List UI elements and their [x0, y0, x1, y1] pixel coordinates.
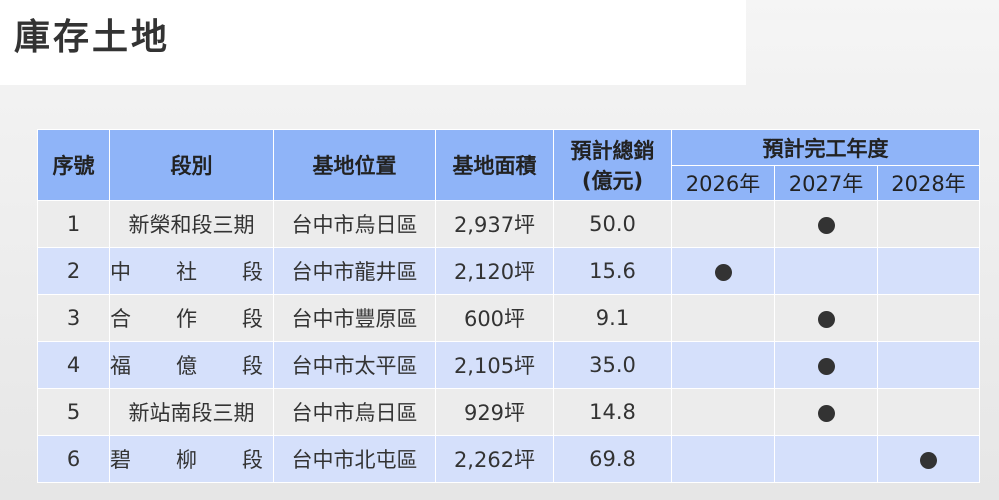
cell-year-2028 — [876, 247, 981, 295]
cell-no: 1 — [37, 200, 110, 248]
section-char: 合 — [110, 307, 132, 331]
section-char: 新榮和段三期 — [128, 213, 255, 237]
cell-year-2026 — [671, 388, 775, 436]
table-row: 4 福 億 段台中市太平區 2,105坪 35.0 — [37, 341, 981, 389]
section-char: 億 — [176, 354, 197, 378]
section-char: 社 — [176, 260, 197, 284]
page-title: 庫存土地 — [14, 17, 171, 58]
cell-sales: 50.0 — [553, 200, 672, 248]
section-char: 作 — [176, 307, 197, 331]
cell-location: 台中市烏日區 — [273, 200, 436, 248]
title-panel: 庫存土地 — [0, 0, 746, 85]
cell-section: 新榮和段三期 — [109, 200, 274, 248]
cell-year-2027 — [774, 341, 878, 389]
header-sales-line2: (億元) — [581, 169, 644, 193]
cell-year-2026 — [671, 341, 775, 389]
section-text: 碧柳段 — [110, 444, 273, 474]
table-row: 5 新站南段三期 台中市烏日區 929坪 14.8 — [37, 388, 981, 436]
cell-no: 5 — [37, 388, 110, 436]
cell-year-2027 — [774, 200, 878, 248]
cell-location: 台中市龍井區 — [273, 247, 436, 295]
completion-dot-icon — [817, 310, 835, 328]
section-char: 碧 — [110, 448, 132, 472]
section-text: 中社段 — [110, 256, 273, 286]
table-row: 6 碧 柳 段台中市北屯區 2,262坪 69.8 — [37, 435, 981, 483]
completion-dot-icon — [817, 404, 835, 422]
cell-area: 929坪 — [435, 388, 554, 436]
section-char: 柳 — [176, 448, 197, 472]
section-text: 新榮和段三期 — [111, 209, 273, 239]
cell-year-2027 — [774, 435, 878, 483]
cell-no: 3 — [37, 294, 110, 342]
cell-sales: 14.8 — [553, 388, 672, 436]
completion-dot-icon — [920, 451, 937, 469]
header-no: 序號 — [37, 129, 110, 201]
cell-year-2026 — [671, 294, 775, 342]
section-text: 新站南段三期 — [111, 397, 273, 427]
completion-dot-icon — [817, 357, 835, 375]
table-body: 1 新榮和段三期 台中市烏日區 2,937坪 50.0 2 中社段台中市龍井區 2,120坪 1… — [37, 200, 981, 483]
completion-dot-icon — [817, 216, 835, 234]
cell-no: 4 — [37, 341, 110, 389]
cell-area: 2,120坪 — [435, 247, 554, 295]
header-year-2026: 2026年 — [671, 165, 775, 201]
cell-year-2027 — [774, 294, 878, 342]
cell-location: 台中市烏日區 — [273, 388, 436, 436]
header-sales-line1: 預計總銷 — [570, 139, 655, 163]
cell-area: 2,105坪 — [435, 341, 554, 389]
cell-no: 2 — [37, 247, 110, 295]
section-text: 福億段 — [110, 350, 273, 380]
cell-area: 600坪 — [435, 294, 554, 342]
section-char: 段 — [242, 354, 263, 378]
section-char: 福 — [110, 354, 132, 378]
cell-year-2026 — [671, 247, 775, 295]
cell-sales: 15.6 — [553, 247, 672, 295]
cell-year-2026 — [671, 435, 775, 483]
cell-year-2027 — [774, 388, 878, 436]
land-inventory-table: 序號 段別 基地位置 基地面積 預計總銷 (億元) 預計完工年度 2026年 2… — [37, 129, 981, 483]
section-char: 段 — [242, 307, 263, 331]
cell-section: 中社段 — [109, 247, 274, 295]
section-char: 新站南段三期 — [128, 401, 255, 425]
header-year-2027: 2027年 — [774, 165, 878, 201]
section-char: 段 — [242, 260, 263, 284]
header-location: 基地位置 — [273, 129, 436, 201]
cell-year-2028 — [876, 388, 981, 436]
cell-section: 福億段 — [109, 341, 274, 389]
header-sales: 預計總銷 (億元) — [553, 129, 672, 201]
table-row: 1 新榮和段三期 台中市烏日區 2,937坪 50.0 — [37, 200, 981, 248]
cell-section: 合作段 — [109, 294, 274, 342]
cell-year-2028 — [876, 435, 981, 483]
completion-dot-icon — [714, 263, 732, 281]
table-row: 2 中 社 段台中市龍井區 2,120坪 15.6 — [37, 247, 981, 295]
cell-section: 碧柳段 — [109, 435, 274, 483]
cell-location: 台中市北屯區 — [273, 435, 436, 483]
section-char: 中 — [110, 260, 132, 284]
cell-location: 台中市豐原區 — [273, 294, 436, 342]
cell-location: 台中市太平區 — [273, 341, 436, 389]
cell-year-2028 — [876, 294, 981, 342]
header-area: 基地面積 — [435, 129, 554, 201]
cell-section: 新站南段三期 — [109, 388, 274, 436]
header-year-2028: 2028年 — [876, 165, 981, 201]
cell-year-2028 — [876, 341, 981, 389]
cell-sales: 9.1 — [553, 294, 672, 342]
cell-area: 2,262坪 — [435, 435, 554, 483]
header-row-1: 序號 段別 基地位置 基地面積 預計總銷 (億元) 預計完工年度 — [37, 129, 981, 201]
table-row: 3 合 作 段台中市豐原區 600坪 9.1 — [37, 294, 981, 342]
cell-year-2027 — [774, 247, 878, 295]
section-char: 段 — [242, 448, 263, 472]
cell-year-2028 — [876, 200, 981, 248]
cell-no: 6 — [37, 435, 110, 483]
header-completion: 預計完工年度 — [670, 129, 981, 166]
cell-area: 2,937坪 — [435, 200, 554, 248]
cell-year-2026 — [671, 200, 775, 248]
section-text: 合作段 — [110, 303, 273, 333]
cell-sales: 69.8 — [553, 435, 672, 483]
cell-sales: 35.0 — [553, 341, 672, 389]
header-section: 段別 — [109, 129, 274, 201]
